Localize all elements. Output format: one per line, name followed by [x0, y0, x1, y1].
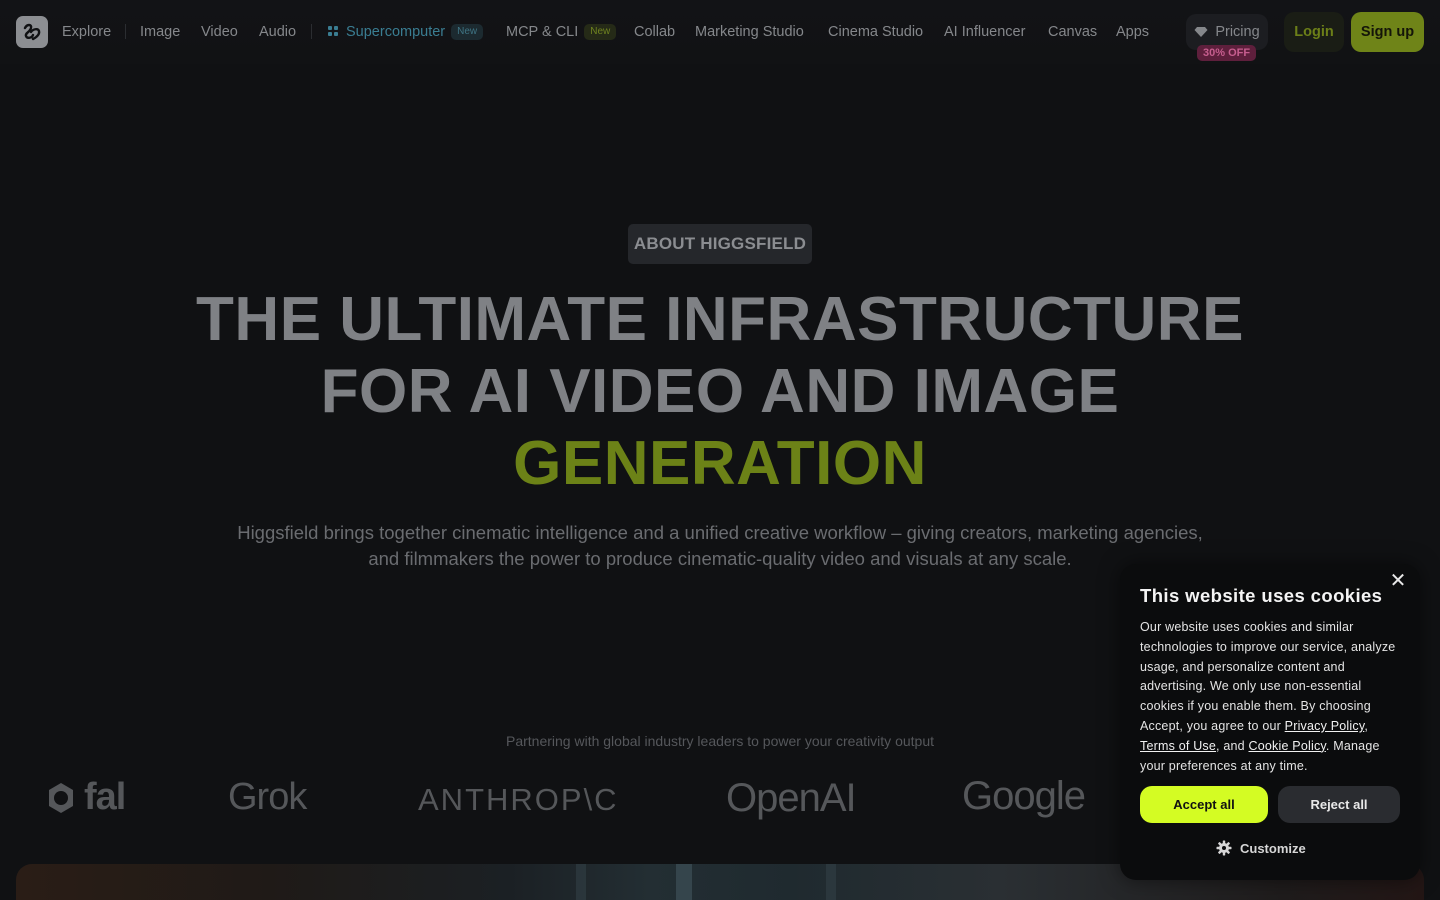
customize-label: Customize — [1240, 840, 1306, 856]
logo-icon — [23, 23, 41, 41]
signup-button[interactable]: Sign up — [1351, 12, 1424, 52]
nav-ai-influencer[interactable]: AI Influencer — [944, 22, 1025, 42]
nav-video[interactable]: Video — [201, 22, 238, 42]
cookie-text: Our website uses cookies and similar tec… — [1140, 620, 1396, 733]
nav-mcp-label: MCP & CLI — [506, 24, 579, 40]
cookie-description: Our website uses cookies and similar tec… — [1140, 618, 1402, 776]
diamond-icon — [1194, 27, 1208, 37]
privacy-policy-link[interactable]: Privacy Policy — [1285, 719, 1365, 733]
hero-title-line-1: THE ULTIMATE INFRASTRUCTURE — [196, 285, 1244, 354]
terms-of-use-link[interactable]: Terms of Use — [1140, 739, 1216, 753]
hero-title: THE ULTIMATE INFRASTRUCTURE FOR AI VIDEO… — [0, 284, 1440, 500]
anthropic-logo: ANTHROP\C — [418, 782, 619, 817]
cookie-policy-link[interactable]: Cookie Policy — [1249, 739, 1326, 753]
nav-collab[interactable]: Collab — [634, 22, 675, 42]
fal-logo-text: fal — [84, 776, 126, 818]
openai-logo: OpenAI — [726, 776, 857, 820]
nav-canvas[interactable]: Canvas — [1048, 22, 1097, 42]
higgsfield-logo[interactable] — [16, 16, 48, 48]
nav-supercomputer-label: Supercomputer — [346, 24, 446, 40]
grid-icon — [328, 26, 338, 36]
nav-mcp-cli[interactable]: MCP & CLI New — [506, 22, 617, 42]
hero-title-line-2: FOR AI VIDEO AND IMAGE — [320, 357, 1120, 426]
google-logo: Google — [962, 774, 1086, 818]
nav-supercomputer[interactable]: Supercomputer New — [328, 22, 484, 42]
top-nav: Explore Image Video Audio Supercomputer N… — [0, 0, 1440, 64]
close-icon[interactable]: ✕ — [1389, 571, 1407, 591]
discount-badge: 30% OFF — [1197, 45, 1257, 61]
gear-icon — [1216, 840, 1232, 856]
nav-audio[interactable]: Audio — [259, 22, 296, 42]
new-badge: New — [584, 24, 617, 40]
cookie-text-sep: , — [1364, 718, 1369, 733]
fal-mark-icon — [49, 782, 73, 813]
hero-title-accent: GENERATION — [513, 429, 927, 498]
nav-apps[interactable]: Apps — [1116, 22, 1149, 42]
accept-all-button[interactable]: Accept all — [1140, 786, 1268, 823]
nav-divider — [125, 24, 126, 39]
cookie-title: This website uses cookies — [1140, 585, 1383, 606]
cookie-text-sep: , and — [1216, 738, 1249, 753]
cookie-banner: ✕ This website uses cookies Our website … — [1120, 564, 1420, 880]
nav-divider — [311, 24, 312, 39]
new-badge: New — [451, 24, 484, 40]
pricing-label: Pricing — [1215, 24, 1260, 40]
nav-explore[interactable]: Explore — [62, 22, 111, 42]
login-button[interactable]: Login — [1284, 12, 1344, 52]
fal-logo: fal — [44, 776, 126, 819]
grok-logo: Grok — [228, 776, 307, 818]
nav-image[interactable]: Image — [140, 22, 180, 42]
customize-button[interactable]: Customize — [1216, 838, 1306, 858]
nav-cinema-studio[interactable]: Cinema Studio — [828, 22, 923, 42]
nav-marketing-studio[interactable]: Marketing Studio — [695, 22, 804, 42]
hero-subtitle: Higgsfield brings together cinematic int… — [237, 522, 1203, 569]
about-tag: ABOUT HIGGSFIELD — [628, 224, 812, 264]
reject-all-button[interactable]: Reject all — [1278, 786, 1400, 823]
